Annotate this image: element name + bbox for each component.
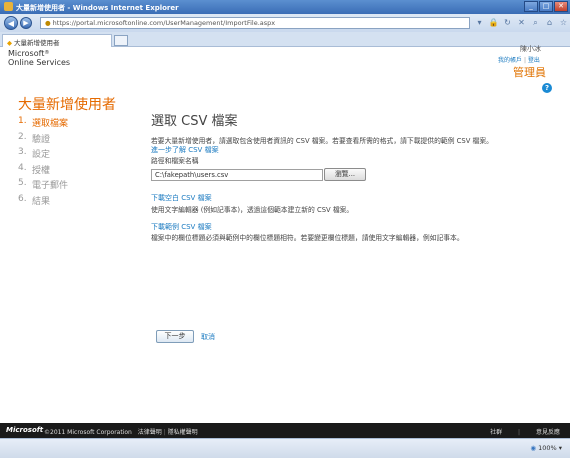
tab-title: 大量新增使用者 (14, 39, 60, 47)
user-role: 管理員 (513, 66, 546, 79)
footer-separator: | (518, 429, 521, 436)
page-footer: Microsoft ©2011 Microsoft Corporation 法律… (0, 423, 570, 438)
logo-line2: Online Services (8, 58, 71, 67)
file-path-input[interactable]: C:\fakepath\users.csv (151, 169, 323, 181)
window-controls: _ □ ✕ (524, 1, 568, 12)
step-number: 2. (18, 131, 27, 142)
status-bar: ◉ 100% ▾ (0, 438, 570, 458)
new-tab-button[interactable] (114, 35, 128, 46)
browser-tab[interactable]: ◆ 大量新增使用者 (2, 34, 112, 47)
user-name: 陳小冰 (520, 45, 541, 53)
step-number: 1. (18, 116, 27, 126)
address-row: ◀ ▶ ● https://portal.microsoftonline.com/… (0, 14, 570, 32)
description-text: 若要大量新增使用者，請選取包含使用者資訊的 CSV 檔案。若要查看所需的格式，請… (151, 137, 493, 145)
download-blank-csv-link[interactable]: 下載空白 CSV 檔案 (151, 193, 212, 203)
legal-link[interactable]: 法律聲明 (138, 429, 162, 436)
step-label: 電子郵件 (32, 181, 69, 191)
favorites-star-icon[interactable]: ☆ (558, 17, 569, 28)
section-title: 選取 CSV 檔案 (151, 114, 238, 129)
step-number: 3. (18, 147, 27, 157)
step-email: 5. 電子郵件 (18, 178, 68, 194)
step-label: 設定 (32, 150, 51, 160)
path-label: 路徑和檔案名稱 (151, 157, 199, 165)
footer-right-links: 社群 | 意見反應 (490, 427, 560, 436)
forward-button[interactable]: ▶ (20, 17, 32, 29)
next-button[interactable]: 下一步 (156, 330, 194, 343)
tab-bar: ◆ 大量新增使用者 (0, 32, 570, 47)
sample-csv-description: 檔案中的欄位標題必須與範例中的欄位標題相符。若要變更欄位標題，請使用文字編輯器，… (151, 234, 464, 242)
window-title: 大量新增使用者 - Windows Internet Explorer (16, 4, 179, 12)
sign-out-link[interactable]: 登出 (528, 57, 540, 64)
ie-icon (4, 2, 13, 11)
wizard-steps: 1. 選取檔案 2. 驗證 3. 設定 4. 授權 5. 電子郵件 6. 結果 (18, 116, 68, 209)
help-icon[interactable]: ? (542, 83, 552, 93)
lock-icon[interactable]: 🔒 (488, 17, 499, 28)
footer-copyright-area: ©2011 Microsoft Corporation 法律聲明 | 隱私權聲明 (44, 427, 198, 436)
registered-mark-icon: ® (44, 50, 50, 56)
step-number: 4. (18, 162, 27, 173)
step-number: 5. (18, 178, 27, 188)
back-button[interactable]: ◀ (4, 16, 18, 30)
community-link[interactable]: 社群 (490, 429, 502, 436)
microsoft-online-logo: Microsoft® Online Services (8, 49, 70, 67)
step-label: 選取檔案 (32, 119, 69, 129)
search-icon[interactable]: ⌕ (530, 17, 541, 28)
step-verify: 2. 驗證 (18, 132, 68, 148)
step-number: 6. (18, 193, 27, 204)
address-url: https://portal.microsoftonline.com/UserM… (52, 19, 276, 27)
step-settings: 3. 設定 (18, 147, 68, 163)
blank-csv-description: 使用文字編輯器 (例如記事本)，透過這個範本建立新的 CSV 檔案。 (151, 206, 354, 214)
step-licenses: 4. 授權 (18, 163, 68, 179)
step-label: 授權 (32, 165, 51, 176)
page-favicon-icon: ◆ (7, 39, 12, 47)
dropdown-icon[interactable]: ▾ (474, 17, 485, 28)
link-separator: | (523, 57, 526, 64)
logo-line1: Microsoft (8, 49, 45, 58)
window-titlebar: 大量新增使用者 - Windows Internet Explorer (0, 0, 570, 14)
zoom-control[interactable]: ◉ 100% ▾ (530, 444, 562, 452)
globe-icon: ◉ (530, 444, 537, 452)
secure-site-icon: ● (45, 19, 51, 27)
close-window-button[interactable]: ✕ (554, 1, 568, 12)
privacy-link[interactable]: 隱私權聲明 (168, 429, 198, 436)
stop-icon[interactable]: ✕ (516, 17, 527, 28)
address-tools: ▾ 🔒 ↻ ✕ ⌕ ⌂ ☆ ⚙ (474, 17, 570, 28)
home-icon[interactable]: ⌂ (544, 17, 555, 28)
footer-microsoft-logo: Microsoft (6, 426, 44, 434)
maximize-button[interactable]: □ (539, 1, 553, 12)
refresh-icon[interactable]: ↻ (502, 17, 513, 28)
browse-button[interactable]: 瀏覽... (324, 168, 366, 181)
step-label: 結果 (32, 196, 51, 207)
address-bar[interactable]: ● https://portal.microsoftonline.com/User… (40, 17, 470, 29)
step-results: 6. 結果 (18, 194, 68, 210)
learn-more-csv-link[interactable]: 進一步了解 CSV 檔案 (151, 145, 219, 155)
download-sample-csv-link[interactable]: 下載範例 CSV 檔案 (151, 222, 212, 232)
page-title: 大量新增使用者 (18, 97, 116, 113)
feedback-link[interactable]: 意見反應 (536, 429, 560, 436)
user-links: 我的帳戶 | 登出 (498, 55, 540, 64)
footer-separator: | (163, 429, 166, 436)
step-select-file: 1. 選取檔案 (18, 116, 68, 132)
copyright-text: ©2011 Microsoft Corporation (44, 429, 132, 436)
zoom-level: 100% (538, 444, 557, 452)
minimize-button[interactable]: _ (524, 1, 538, 12)
step-label: 驗證 (32, 134, 51, 145)
my-account-link[interactable]: 我的帳戶 (498, 57, 522, 64)
cancel-link[interactable]: 取消 (201, 332, 215, 342)
